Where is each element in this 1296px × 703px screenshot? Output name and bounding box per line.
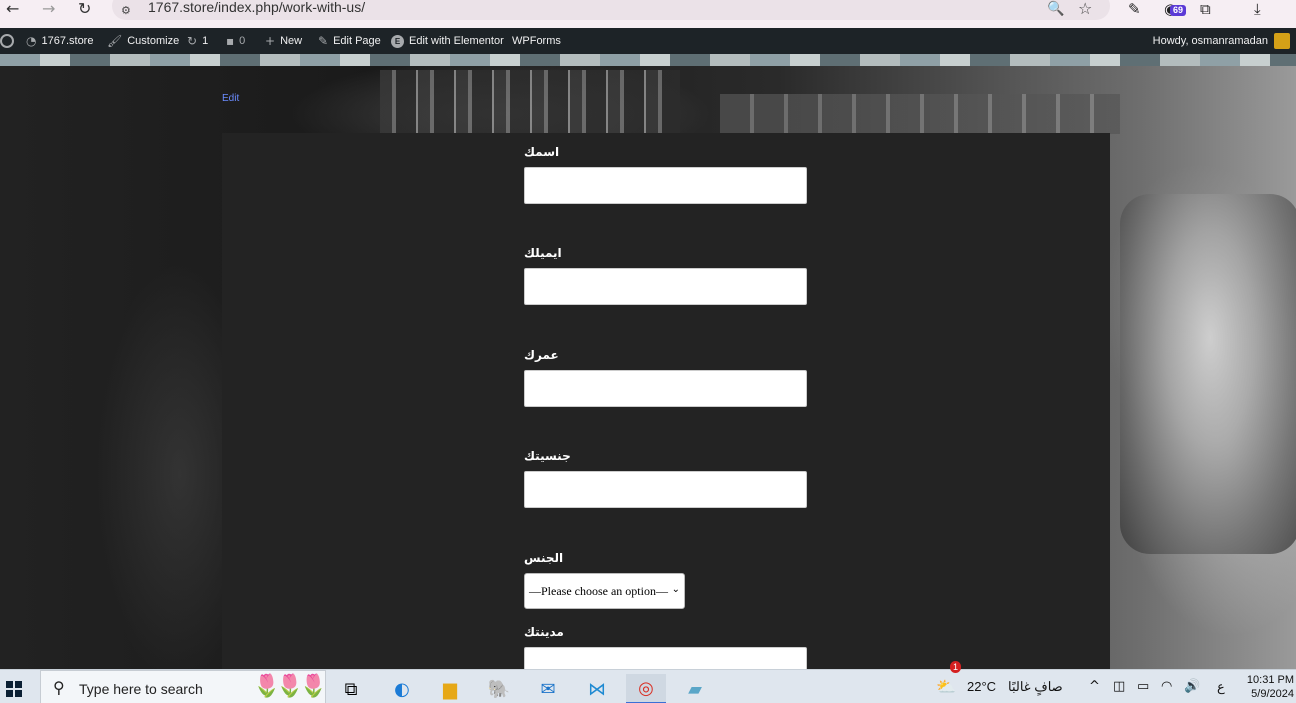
avatar [1274, 33, 1290, 50]
email-label: ايميلك [524, 246, 562, 260]
wordpress-icon [0, 34, 14, 48]
edge-browser-icon[interactable]: ◐ [382, 674, 422, 703]
customize-link[interactable]: 🖌 Customize [107, 28, 179, 54]
chevron-up-icon[interactable]: ^ [1089, 670, 1100, 703]
wpforms-label: WPForms [512, 35, 561, 47]
wpforms-menu[interactable]: WPForms [512, 28, 561, 54]
file-explorer-icon[interactable]: ▆ [430, 674, 470, 703]
tulips-icon: 🌷🌷🌷 [253, 673, 327, 698]
dashboard-icon: ◔ [26, 34, 37, 48]
name-label: اسمك [524, 145, 560, 159]
content-area: اسمك ايميلك عمرك جنسيتك الجنس —Please ch… [222, 133, 1110, 684]
taskbar-clock[interactable]: 10:31 PM 5/9/2024 [1247, 673, 1294, 701]
email-input[interactable] [524, 268, 807, 305]
site-info-icon[interactable]: ⚙ [121, 4, 131, 17]
new-content-menu[interactable]: + New [265, 28, 302, 54]
edit-with-elementor-label: Edit with Elementor [409, 35, 504, 47]
bookmark-star-icon[interactable]: ☆ [1078, 0, 1092, 18]
user-account-menu[interactable]: Howdy, osmanramadan [1153, 28, 1290, 54]
clock-date: 5/9/2024 [1251, 688, 1294, 700]
windows-taskbar: ⚲ Type here to search 🌷🌷🌷 ⧉ ◐ ▆ 🐘 ✉ ⋈ ◎ … [0, 661, 1296, 703]
wp-admin-bar: ◔ 1767.store 🖌 Customize ↻ 1 ▪ 0 + New ✎… [0, 28, 1296, 54]
windows-start-icon[interactable] [6, 681, 22, 697]
city-label: مدينتك [524, 625, 564, 639]
edit-with-elementor-link[interactable]: E Edit with Elementor [391, 28, 504, 54]
mail-icon[interactable]: ✉ [528, 674, 568, 703]
meet-now-icon[interactable]: ◫ [1113, 670, 1125, 703]
address-bar[interactable]: ⚙ 1767.store/index.php/work-with-us/ 🔍 ☆ [112, 0, 1110, 20]
wp-logo-menu[interactable] [0, 28, 14, 54]
task-view-icon[interactable]: ⧉ [331, 674, 371, 703]
age-input[interactable] [524, 370, 807, 407]
reload-icon[interactable]: ↻ [78, 1, 91, 17]
back-icon[interactable]: ← [6, 1, 19, 17]
nationality-label: جنسيتك [524, 449, 571, 463]
pen-extension-icon[interactable]: ✎ [1128, 0, 1141, 18]
wifi-icon[interactable]: ◠ [1161, 670, 1172, 703]
howdy-label: Howdy, osmanramadan [1152, 35, 1268, 47]
new-label: New [280, 35, 303, 47]
updates-link[interactable]: ↻ 1 [187, 28, 208, 54]
forward-icon[interactable]: → [42, 1, 55, 17]
edit-link[interactable]: Edit [222, 93, 239, 104]
site-name: 1767.store [41, 35, 94, 47]
background-machine-panel [720, 94, 1120, 134]
gender-label: الجنس [524, 551, 564, 565]
updates-icon: ↻ [187, 34, 198, 48]
weather-badge: 1 [950, 661, 962, 673]
updates-count: 1 [202, 35, 209, 47]
age-label: عمرك [524, 348, 559, 362]
gender-select-value: —Please choose an option— [529, 583, 668, 598]
volume-icon[interactable]: 🔊 [1184, 670, 1200, 703]
browser-toolbar: ← → ↻ ⚙ 1767.store/index.php/work-with-u… [0, 0, 1296, 28]
notes-app-icon[interactable]: ▰ [675, 674, 715, 703]
background-machine-panel [380, 70, 680, 140]
customize-label: Customize [127, 35, 180, 47]
vscode-icon[interactable]: ⋈ [577, 674, 617, 703]
search-placeholder: Type here to search [79, 681, 203, 697]
edit-page-label: Edit Page [333, 35, 381, 47]
comments-count: 0 [239, 35, 246, 47]
weather-temp[interactable]: 22°C [967, 670, 996, 703]
extension-badge: 69 [1170, 5, 1187, 16]
pencil-icon: ✎ [318, 34, 329, 48]
nationality-input[interactable] [524, 471, 807, 508]
edit-page-link[interactable]: ✎ Edit Page [318, 28, 381, 54]
brush-icon: 🖌 [107, 34, 123, 48]
comments-link[interactable]: ▪ 0 [226, 28, 245, 54]
background-washing-drum [1120, 194, 1296, 554]
zoom-icon[interactable]: 🔍 [1047, 1, 1064, 17]
taskbar-search[interactable]: ⚲ Type here to search 🌷🌷🌷 [40, 670, 327, 703]
chevron-down-icon: ⌄ [671, 584, 680, 595]
extensions-puzzle-icon[interactable]: ⧉ [1200, 0, 1211, 18]
elementor-icon: E [391, 34, 404, 48]
header-image-strip [0, 54, 1296, 66]
weather-icon[interactable]: ⛅ [936, 670, 956, 703]
name-input[interactable] [524, 167, 807, 204]
chrome-icon[interactable]: ◎ [626, 674, 666, 703]
plus-icon: + [265, 34, 276, 48]
search-icon: ⚲ [53, 678, 65, 697]
download-icon[interactable]: ⤓ [1254, 0, 1261, 18]
url-text[interactable]: 1767.store/index.php/work-with-us/ [148, 0, 365, 15]
postgresql-icon[interactable]: 🐘 [479, 674, 519, 703]
battery-icon[interactable]: ▭ [1137, 670, 1149, 703]
comment-icon: ▪ [226, 34, 235, 48]
weather-desc[interactable]: صافٍ غالبًا [1008, 670, 1063, 703]
gender-select[interactable]: —Please choose an option— ⌄ [524, 573, 685, 609]
input-language[interactable]: ع [1217, 670, 1225, 703]
clock-time: 10:31 PM [1246, 674, 1294, 686]
site-name-menu[interactable]: ◔ 1767.store [26, 28, 93, 54]
